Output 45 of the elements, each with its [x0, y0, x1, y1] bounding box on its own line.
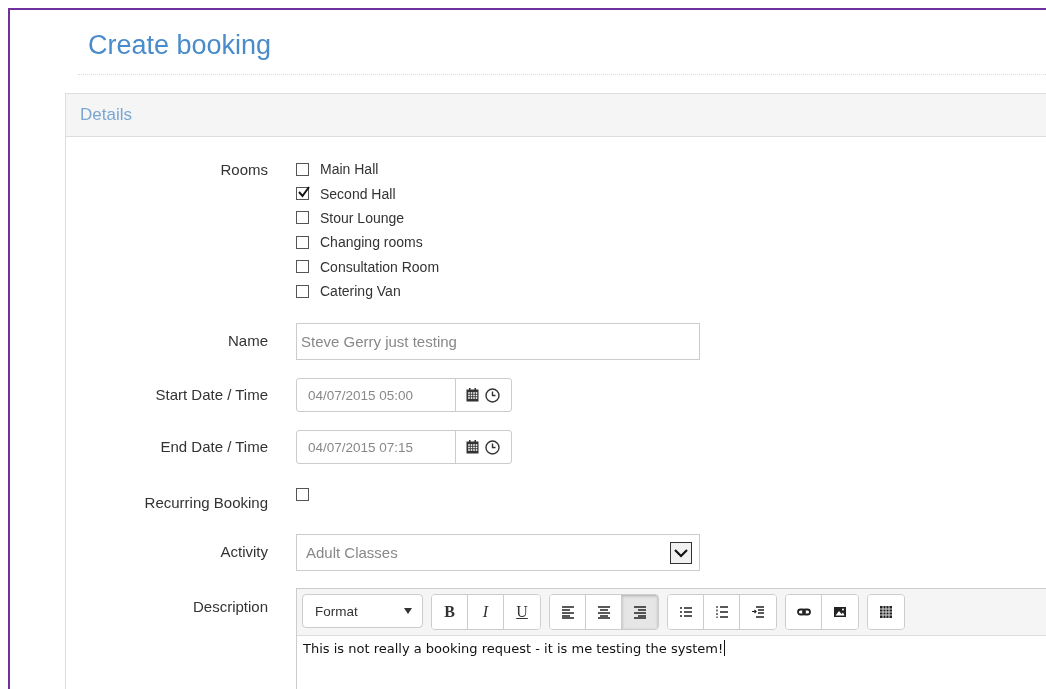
- field-label: End Date / Time: [160, 438, 268, 456]
- name-field[interactable]: Steve Gerry just testing: [296, 323, 700, 361]
- checkbox[interactable]: [296, 211, 309, 225]
- field-label: Rooms: [220, 161, 268, 178]
- activity-dropdown[interactable]: Adult Classes: [296, 534, 700, 572]
- align-left-button[interactable]: [550, 595, 586, 630]
- checkbox[interactable]: [296, 260, 309, 274]
- field-label: Name: [228, 332, 268, 350]
- bulleted-list-button[interactable]: [668, 595, 704, 630]
- checkbox-label: Changing rooms: [320, 234, 423, 251]
- checkbox[interactable]: [296, 187, 309, 201]
- clock-icon[interactable]: [485, 439, 500, 455]
- checkbox-label: Catering Van: [320, 283, 401, 300]
- calendar-icon[interactable]: [466, 388, 479, 403]
- format-dropdown[interactable]: Format: [302, 594, 423, 629]
- calendar-icon[interactable]: [466, 440, 479, 455]
- field-label: Description: [192, 598, 268, 616]
- checkbox-label: Main Hall: [320, 161, 379, 178]
- checkbox-label: Consultation Room: [320, 258, 440, 275]
- checkbox[interactable]: [296, 162, 309, 176]
- field-label: Recurring Booking: [144, 494, 268, 512]
- bold-button[interactable]: B: [432, 595, 468, 630]
- link-button[interactable]: [786, 595, 822, 630]
- image-icon: [833, 605, 847, 620]
- checkbox[interactable]: [296, 235, 309, 249]
- indent-icon: [751, 605, 765, 620]
- align-right-button[interactable]: [622, 595, 658, 630]
- checkbox[interactable]: [296, 284, 309, 298]
- align-right-icon: [633, 605, 647, 620]
- panel-heading: Details: [80, 105, 132, 125]
- table-grid-icon: [879, 605, 893, 620]
- align-left-icon: [560, 605, 575, 620]
- numbered-list-icon: [714, 605, 729, 620]
- page-title: Create booking: [87, 29, 273, 62]
- caret-icon: [404, 608, 412, 615]
- editor-text: This is not really a booking request - it is me testing the system!: [303, 640, 724, 656]
- bulleted-list-icon: [678, 605, 693, 620]
- field-label: Start Date / Time: [155, 386, 268, 404]
- checkbox[interactable]: [296, 488, 309, 502]
- clock-icon[interactable]: [485, 387, 500, 403]
- checkbox-label: Second Hall: [320, 185, 396, 202]
- align-center-icon: [596, 605, 611, 620]
- checkbox-label: Stour Lounge: [320, 209, 405, 226]
- table-button[interactable]: [868, 595, 904, 630]
- field-label: Activity: [220, 543, 268, 561]
